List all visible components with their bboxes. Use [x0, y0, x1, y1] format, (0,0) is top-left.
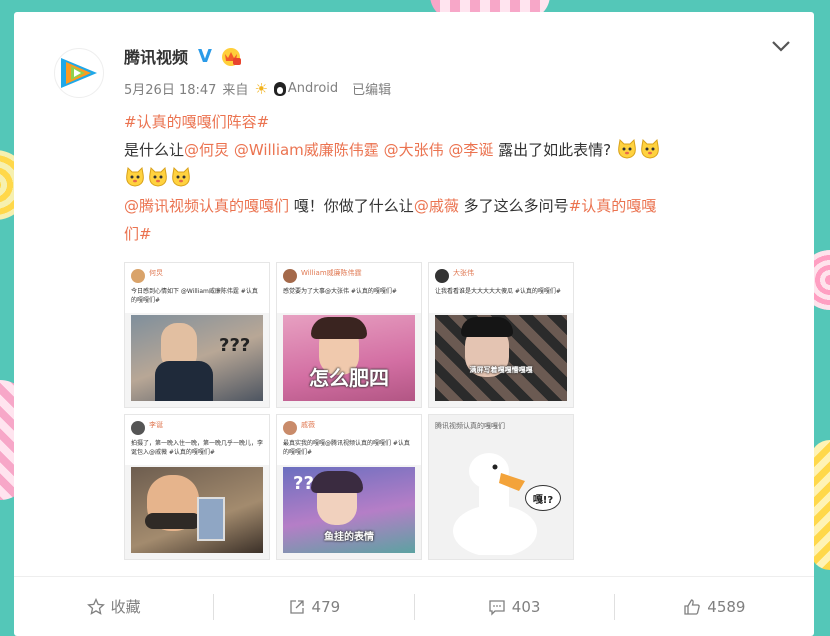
tencent-video-logo-icon [61, 58, 97, 88]
image-caption: 满屏写着嘎嘎懵嘎嘎 [469, 366, 533, 374]
image-thumbnail[interactable]: 何炅 今日感到心情如下 @William威廉陈伟霆 #认真的嘎嘎们# ??? [124, 262, 270, 408]
comment-button[interactable]: 403 [413, 593, 614, 620]
author-name[interactable]: 腾讯视频 [124, 44, 188, 68]
cat-face-emoji-icon [149, 166, 167, 187]
comment-icon [489, 599, 505, 616]
avatar[interactable] [54, 48, 104, 98]
edited-label[interactable]: 已编辑 [352, 79, 391, 98]
mention-link[interactable]: @何炅 [184, 141, 229, 159]
speech-bubble: 嘎!? [525, 485, 561, 511]
cat-face-emoji-icon [126, 166, 144, 187]
image-thumbnail[interactable]: William威廉陈伟霆 感觉要为了大事@大张伟 #认真的嘎嘎们# 怎么肥四 [276, 262, 422, 408]
image-thumbnail[interactable]: 戚薇 最真实我的嘎嘎@腾讯视频认真的嘎嘎们 #认真的嘎嘎们# ?? 鱼挂的表情 [276, 414, 422, 560]
text-line: 们# [124, 220, 784, 248]
image-thumbnail[interactable]: 李诞 拍摄了，第一晚入住一晚，第一晚几乎一晚儿，李诞包入@戚薇 #认真的嘎嘎们# [124, 414, 270, 560]
hashtag-link[interactable]: 们# [124, 225, 152, 243]
text-line: 是什么让@何炅 @William威廉陈伟霆 @大张伟 @李诞 露出了如此表情? [124, 136, 784, 164]
mention-link[interactable]: @大张伟 [384, 141, 444, 159]
repost-button[interactable]: 479 [213, 593, 413, 620]
image-grid: 何炅 今日感到心情如下 @William威廉陈伟霆 #认真的嘎嘎们# ??? W… [124, 262, 574, 562]
comment-count: 403 [511, 597, 541, 616]
post-date[interactable]: 5月26日 18:47 [124, 79, 216, 98]
thumb-photo: ?? 鱼挂的表情 [283, 467, 415, 553]
thumb-photo: 怎么肥四 [283, 315, 415, 401]
post-meta: 5月26日 18:47 来自 ☀ Android 已编辑 [124, 79, 391, 99]
thumb-avatar [283, 421, 297, 435]
thumb-author: 大张伟 [453, 269, 474, 277]
thumb-text: 感觉要为了大事@大张伟 #认真的嘎嘎们# [283, 288, 397, 295]
thumb-text: 最真实我的嘎嘎@腾讯视频认真的嘎嘎们 #认真的嘎嘎们# [283, 440, 410, 456]
thumb-author: 李诞 [149, 421, 163, 429]
image-thumbnail[interactable]: 大张伟 让我看看谁是大大大大大傻瓜 #认真的嘎嘎们# 满屏写着嘎嘎懵嘎嘎 [428, 262, 574, 408]
share-icon [289, 599, 304, 614]
hashtag-link[interactable]: #认真的嘎嘎 [569, 197, 657, 215]
author-row: 腾讯视频 V [124, 44, 242, 68]
verified-v-icon: V [198, 45, 212, 67]
mention-link[interactable]: @戚薇 [414, 197, 459, 215]
thumb-author: 何炅 [149, 269, 163, 277]
cat-face-emoji-icon [641, 138, 659, 159]
text-line [124, 164, 784, 192]
thumb-avatar [131, 421, 145, 435]
hair-shape [311, 317, 367, 339]
thumb-author: 戚薇 [301, 421, 315, 429]
hair-shape [311, 471, 363, 493]
mention-link[interactable]: @李诞 [448, 141, 493, 159]
thumb-text: 让我看看谁是大大大大大傻瓜 #认真的嘎嘎们# [435, 288, 561, 295]
beard-shape [145, 513, 201, 529]
thumb-header: 何炅 今日感到心情如下 @William威廉陈伟霆 #认真的嘎嘎们# [125, 263, 269, 313]
thumb-up-icon [684, 598, 701, 615]
thumb-avatar [435, 269, 449, 283]
thumb-header: William威廉陈伟霆 感觉要为了大事@大张伟 #认真的嘎嘎们# [277, 263, 421, 313]
thumb-header: 大张伟 让我看看谁是大大大大大傻瓜 #认真的嘎嘎们# [429, 263, 573, 313]
text-line: #认真的嘎嘎们阵容# [124, 108, 784, 136]
mention-link[interactable]: @William威廉陈伟霆 [234, 141, 379, 159]
like-count: 4589 [707, 597, 746, 616]
text-segment: 露出了如此表情? [498, 141, 612, 159]
hair-shape [461, 317, 513, 337]
question-marks: ?? [293, 473, 314, 494]
text-line: @腾讯视频认真的嘎嘎们 嘎！你做了什么让@戚薇 多了这么多问号#认真的嘎嘎 [124, 192, 784, 220]
text-segment: 是什么让 [124, 141, 185, 159]
phone-photo [197, 497, 225, 541]
thumb-photo: 满屏写着嘎嘎懵嘎嘎 [435, 315, 567, 401]
mention-link[interactable]: @腾讯视频认真的嘎嘎们 [124, 197, 289, 215]
thumb-text: 今日感到心情如下 @William威廉陈伟霆 #认真的嘎嘎们# [131, 288, 258, 304]
hashtag-link[interactable]: #认真的嘎嘎们阵容# [124, 113, 269, 131]
thumb-author: William威廉陈伟霆 [301, 269, 362, 277]
thumb-header: 戚薇 最真实我的嘎嘎@腾讯视频认真的嘎嘎们 #认真的嘎嘎们# [277, 415, 421, 465]
repost-count: 479 [311, 597, 341, 616]
vip-crown-icon[interactable] [220, 45, 242, 67]
favorite-button[interactable]: 收藏 [14, 594, 213, 620]
action-bar: 收藏 479 403 4589 [14, 576, 814, 636]
thumb-header: 李诞 拍摄了，第一晚入住一晚，第一晚几乎一晚儿，李诞包入@戚薇 #认真的嘎嘎们# [125, 415, 269, 465]
thumb-avatar [131, 269, 145, 283]
weibo-post-card: 腾讯视频 V 5月26日 18:47 来自 ☀ Android 已编辑 #认真的… [14, 12, 814, 636]
cat-face-emoji-icon [618, 138, 636, 159]
like-button[interactable]: 4589 [613, 593, 814, 620]
thumb-avatar [283, 269, 297, 283]
text-segment: 多了这么多问号 [463, 197, 569, 215]
star-icon [86, 597, 105, 615]
penguin-icon [273, 81, 286, 96]
thumb-photo [131, 467, 263, 553]
text-segment: 嘎！你做了什么让 [293, 197, 414, 215]
source-device[interactable]: Android [288, 81, 338, 96]
image-caption: 鱼挂的表情 [324, 532, 374, 543]
thumb-author: 腾讯视频认真的嘎嘎们 [435, 422, 505, 430]
post-text: #认真的嘎嘎们阵容# 是什么让@何炅 @William威廉陈伟霆 @大张伟 @李… [124, 108, 784, 248]
cat-face-emoji-icon [172, 166, 190, 187]
thumb-photo: ??? [131, 315, 263, 401]
image-caption: 怎么肥四 [309, 366, 389, 390]
sun-icon: ☀ [254, 79, 268, 98]
image-thumbnail[interactable]: 腾讯视频认真的嘎嘎们 嘎!? [428, 414, 574, 560]
favorite-label: 收藏 [110, 598, 141, 616]
body-shape [155, 361, 213, 401]
thumb-text: 拍摄了，第一晚入住一晚，第一晚几乎一晚儿，李诞包入@戚薇 #认真的嘎嘎们# [131, 440, 264, 456]
source-prefix: 来自 [222, 83, 249, 98]
chevron-down-icon[interactable] [770, 38, 792, 54]
question-marks: ??? [219, 335, 251, 356]
